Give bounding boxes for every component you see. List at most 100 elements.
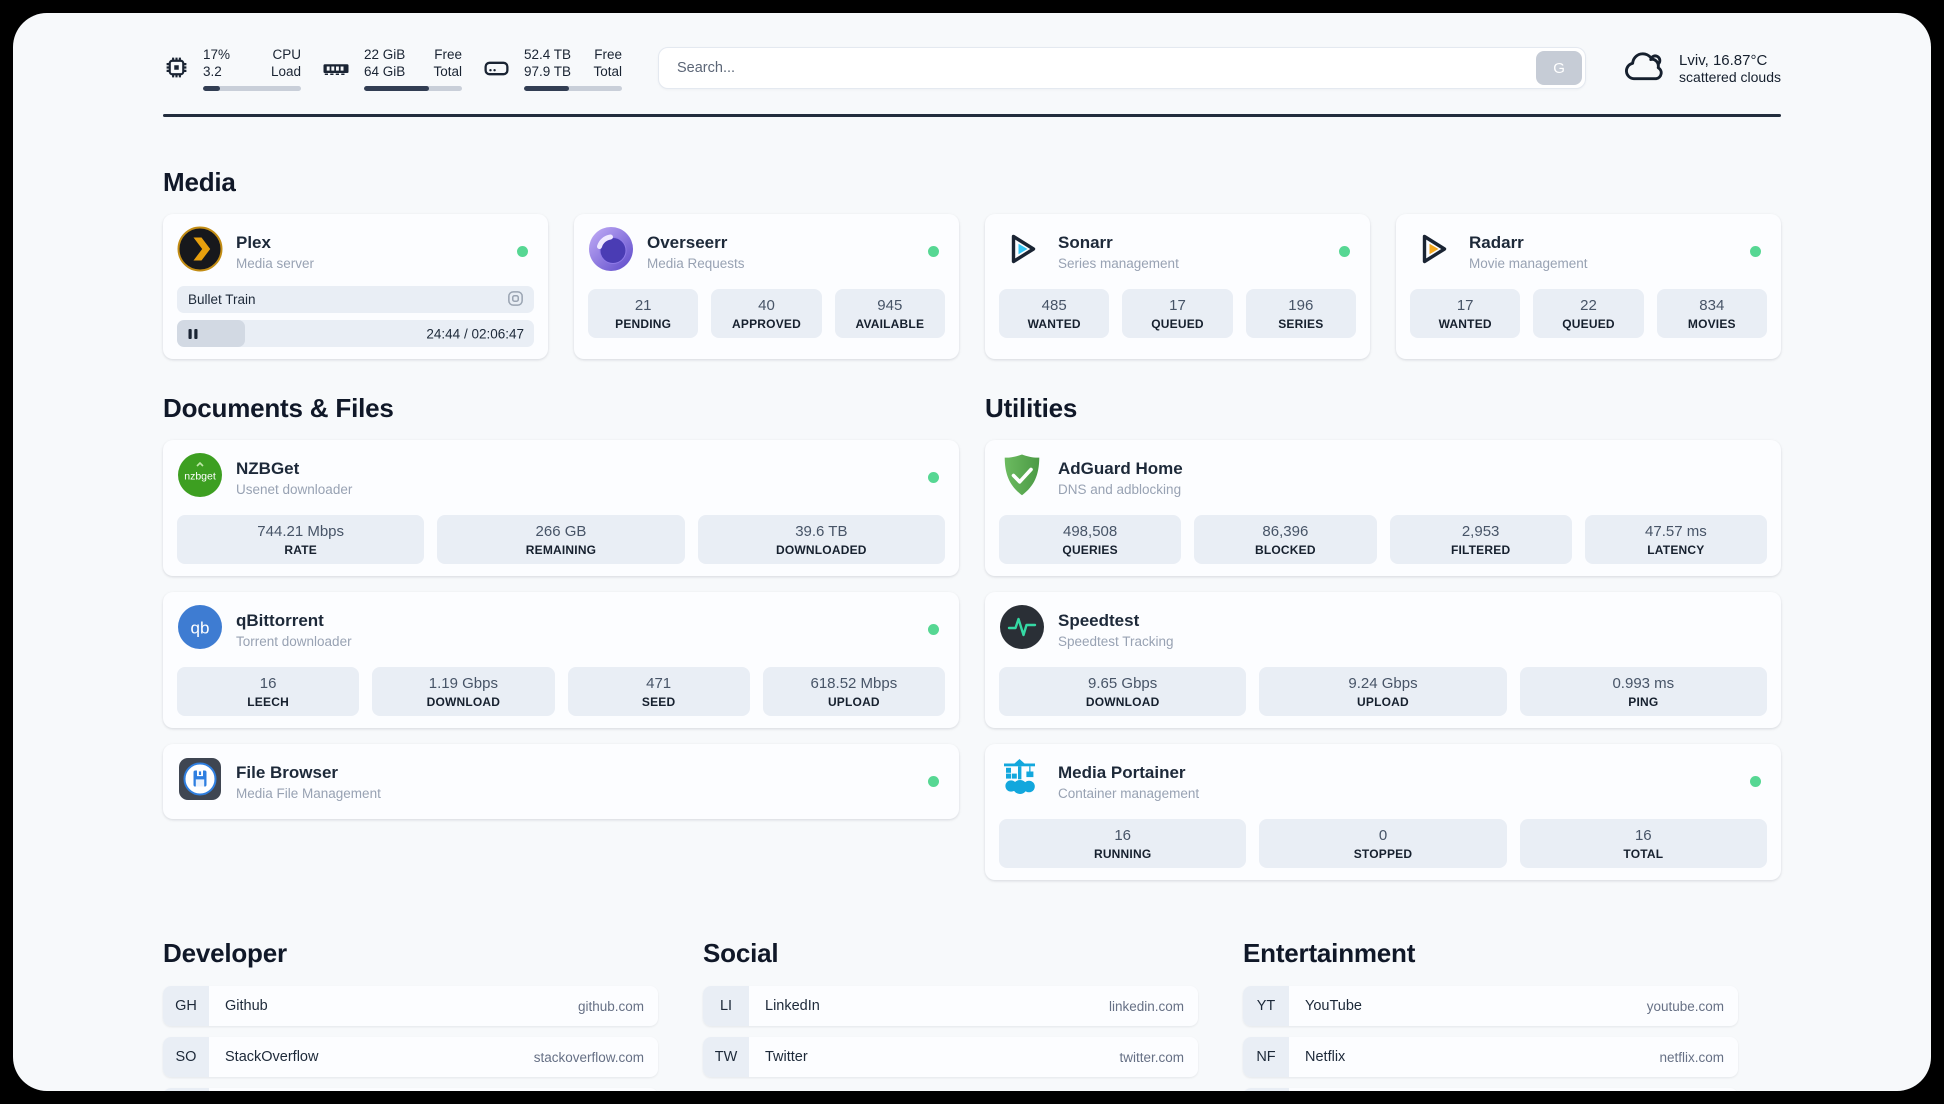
stat-box-running: 16 RUNNING	[999, 819, 1247, 868]
bookmark-stackoverflow[interactable]: SO StackOverflow stackoverflow.com	[163, 1037, 658, 1077]
app-meta: Radarr Movie management	[1469, 233, 1588, 271]
speedtest-icon	[999, 604, 1045, 655]
app-card-header: Sonarr Series management	[999, 226, 1356, 277]
bookmark-name: StackOverflow	[225, 1049, 319, 1065]
app-meta: Speedtest Speedtest Tracking	[1058, 611, 1174, 649]
stat-value: 0	[1378, 827, 1388, 844]
media-card-grid: Plex Media server Bullet Train 24:44 / 02:0…	[163, 214, 1781, 359]
bookmark-abbr: GH	[163, 986, 209, 1026]
system-stat-row: 3.2 Load	[203, 63, 301, 80]
bookmark-abbr: YT	[1243, 986, 1289, 1026]
bookmark-abbr: NF	[1243, 1037, 1289, 1077]
app-card-adguard-home[interactable]: AdGuard Home DNS and adblocking 498,508 QUE…	[985, 440, 1781, 576]
stat-box-wanted: 17 WANTED	[1410, 289, 1521, 338]
stat-label-bottom: Total	[433, 63, 462, 79]
search-engine-button[interactable]: G	[1536, 51, 1583, 85]
app-card-overseerr[interactable]: Overseerr Media Requests 21 PENDING 40 APPROV…	[574, 214, 959, 359]
stat-value-bottom: 64 GiB	[364, 63, 406, 79]
stat-value: 485	[1041, 297, 1067, 314]
app-card-nzbget[interactable]: nzbget NZBGet Usenet downloader 744.21 Mbps…	[163, 440, 959, 576]
stat-value: 498,508	[1063, 523, 1118, 540]
bookmark-netflix[interactable]: NF Netflix netflix.com	[1243, 1037, 1738, 1077]
stat-label: PENDING	[615, 317, 672, 331]
app-card-qbittorrent[interactable]: qb qBittorrent Torrent downloader 16 LEECH 1.…	[163, 592, 959, 728]
app-stats-row: 17 WANTED 22 QUEUED 834 MOVIES	[1410, 289, 1767, 338]
system-stat-progressbar	[524, 85, 622, 91]
app-card-header: Overseerr Media Requests	[588, 226, 945, 277]
bookmark-abbr: SO	[163, 1037, 209, 1077]
bookmark-dev[interactable]: DTDEVdev.to	[163, 1088, 658, 1091]
system-stat-progressbar	[203, 85, 301, 91]
bookmark-name: Netflix	[1305, 1049, 1346, 1065]
app-name: NZBGet	[236, 458, 300, 478]
stat-label: SERIES	[1278, 317, 1324, 331]
bookmark-url: youtube.com	[1646, 998, 1724, 1014]
app-name: File Browser	[236, 762, 339, 782]
app-card-header: Radarr Movie management	[1410, 226, 1767, 277]
stat-label-top: Free	[434, 46, 462, 62]
stat-value: 1.19 Gbps	[428, 675, 498, 692]
bookmark-twitter[interactable]: TW Twitter twitter.com	[703, 1037, 1198, 1077]
app-card-speedtest[interactable]: Speedtest Speedtest Tracking 9.65 Gbps DOWN…	[985, 592, 1781, 728]
bookmark-github[interactable]: GH Github github.com	[163, 986, 658, 1026]
app-card-media-portainer[interactable]: Media Portainer Container management 16 RUN…	[985, 744, 1781, 880]
bookmark-reddit[interactable]: RERedditreddit.com	[1243, 1088, 1738, 1091]
bookmark-url: stackoverflow.com	[533, 1049, 644, 1065]
now-playing-title: Bullet Train	[188, 292, 256, 307]
app-card-header: AdGuard Home DNS and adblocking	[999, 452, 1767, 503]
stat-value: 744.21 Mbps	[257, 523, 345, 540]
section-title-social: Social	[703, 938, 779, 968]
bookmark-list: LI LinkedIn linkedin.com TW Twitter twitter.c…	[703, 986, 1198, 1077]
stat-label: TOTAL	[1623, 847, 1664, 861]
system-stat-cpu: 17% CPU 3.2 Load	[163, 46, 301, 91]
stat-box-remaining: 266 GB REMAINING	[437, 515, 685, 564]
app-stats-row: 485 WANTED 17 QUEUED 196 SERIES	[999, 289, 1356, 338]
cloud-icon	[1622, 47, 1666, 90]
playback-progress-bar[interactable]: 24:44 / 02:06:47	[177, 320, 534, 347]
stat-value-bottom: 3.2	[203, 63, 222, 79]
app-subtitle: Media File Management	[236, 785, 381, 801]
stat-value: 2,953	[1461, 523, 1500, 540]
system-stat-row: 97.9 TB Total	[524, 63, 622, 80]
stat-label: BLOCKED	[1255, 543, 1316, 557]
app-card-radarr[interactable]: Radarr Movie management 17 WANTED 22 QUEUED 83…	[1396, 214, 1781, 359]
app-card-header: nzbget NZBGet Usenet downloader	[177, 452, 945, 503]
ram-icon	[321, 54, 351, 89]
stat-value: 945	[877, 297, 903, 314]
app-subtitle: Media server	[236, 255, 315, 271]
stat-label: WANTED	[1027, 317, 1081, 331]
stat-value: 16	[1634, 827, 1652, 844]
app-card-plex[interactable]: Plex Media server Bullet Train 24:44 / 02:0…	[163, 214, 548, 359]
system-stat-row: 64 GiB Total	[364, 63, 462, 80]
status-dot-online	[928, 624, 939, 635]
stat-box-movies: 834 MOVIES	[1656, 289, 1767, 338]
section-title-utilities: Utilities	[985, 393, 1078, 423]
app-meta: File Browser Media File Management	[236, 763, 381, 801]
top-bar: 17% CPU 3.2 Load 22 GiB Free 64 GiB Total 52.4 T…	[163, 39, 1781, 97]
stat-label: UPLOAD	[827, 695, 880, 709]
stat-label: QUEUED	[1151, 317, 1204, 331]
app-card-header: qb qBittorrent Torrent downloader	[177, 604, 945, 655]
status-dot-online	[1750, 246, 1761, 257]
app-card-sonarr[interactable]: Sonarr Series management 485 WANTED 17 QUEUED…	[985, 214, 1370, 359]
bookmark-linkedin[interactable]: LI LinkedIn linkedin.com	[703, 986, 1198, 1026]
utilities-column: Utilities AdGuard Home DNS and adblocking…	[985, 393, 1781, 880]
bookmark-youtube[interactable]: YT YouTube youtube.com	[1243, 986, 1738, 1026]
stat-value: 21	[634, 297, 652, 314]
stat-value-top: 17%	[203, 46, 231, 62]
svg-text:qb: qb	[191, 619, 210, 638]
header-divider	[163, 114, 1781, 117]
weather-location-temp: Lviv, 16.87°C	[1679, 51, 1768, 69]
qbittorrent-icon: qb	[177, 604, 223, 655]
stat-value: 834	[1699, 297, 1725, 314]
app-meta: Media Portainer Container management	[1058, 763, 1199, 801]
stat-box-ping: 0.993 ms PING	[1519, 667, 1767, 716]
stat-label: APPROVED	[732, 317, 801, 331]
status-dot-online	[928, 776, 939, 787]
search-input[interactable]	[675, 59, 1537, 77]
documents-card-stack: nzbget NZBGet Usenet downloader 744.21 Mbps…	[163, 440, 959, 819]
stat-value: 266 GB	[535, 523, 587, 540]
pause-icon[interactable]	[188, 328, 198, 340]
stat-box-upload: 9.24 Gbps UPLOAD	[1259, 667, 1507, 716]
app-card-file-browser[interactable]: File Browser Media File Management	[163, 744, 959, 819]
